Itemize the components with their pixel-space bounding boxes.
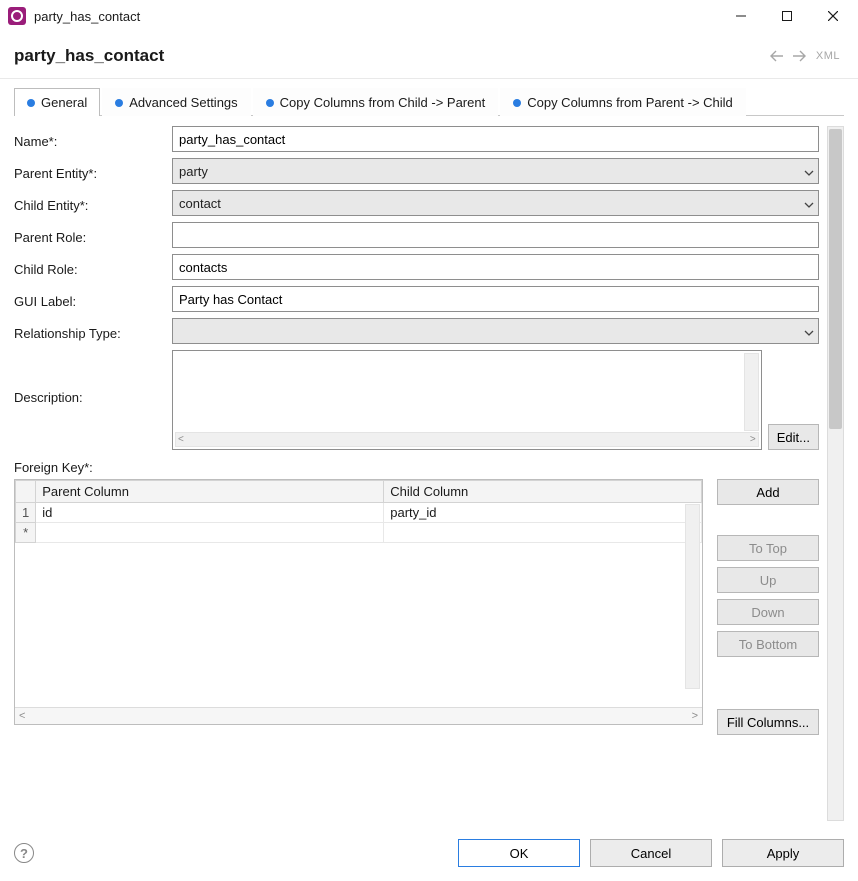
fk-parent-cell[interactable]: id <box>36 503 384 523</box>
parent-role-input[interactable] <box>172 222 819 248</box>
fk-parent-column-header[interactable]: Parent Column <box>36 481 384 503</box>
xml-link[interactable]: XML <box>812 48 844 64</box>
window-maximize-button[interactable] <box>764 1 810 31</box>
foreign-key-table: Parent Column Child Column 1 id party_id <box>14 479 703 725</box>
textarea-vertical-scrollbar[interactable] <box>744 353 759 431</box>
window-close-button[interactable] <box>810 1 856 31</box>
fk-parent-cell[interactable] <box>36 523 384 543</box>
fk-row-index: * <box>16 523 36 543</box>
ok-button[interactable]: OK <box>458 839 580 867</box>
fk-button-group: Add To Top Up Down To Bottom Fill Column… <box>717 479 819 735</box>
label-parent-entity: Parent Entity*: <box>14 162 172 181</box>
window-titlebar: party_has_contact <box>0 0 858 32</box>
gui-label-input[interactable] <box>172 286 819 312</box>
window-title: party_has_contact <box>34 9 140 24</box>
combo-value: contact <box>179 196 804 211</box>
nav-back-icon[interactable] <box>766 48 788 64</box>
down-button[interactable]: Down <box>717 599 819 625</box>
label-child-role: Child Role: <box>14 258 172 277</box>
label-description: Description: <box>14 350 172 405</box>
fill-columns-button[interactable]: Fill Columns... <box>717 709 819 735</box>
textarea-horizontal-scrollbar[interactable]: < > <box>175 432 759 447</box>
fk-child-cell[interactable]: party_id <box>384 503 702 523</box>
fk-child-cell[interactable] <box>384 523 702 543</box>
scroll-right-icon[interactable]: > <box>750 434 756 445</box>
window-minimize-button[interactable] <box>718 1 764 31</box>
to-top-button[interactable]: To Top <box>717 535 819 561</box>
tab-copy-child-parent[interactable]: Copy Columns from Child -> Parent <box>253 88 499 116</box>
page-title: party_has_contact <box>14 46 164 66</box>
fk-table-horizontal-scrollbar[interactable]: < > <box>15 707 702 724</box>
label-foreign-key: Foreign Key*: <box>14 460 819 475</box>
bullet-icon <box>266 99 274 107</box>
nav-forward-icon[interactable] <box>788 48 810 64</box>
add-button[interactable]: Add <box>717 479 819 505</box>
dialog-button-bar: ? OK Cancel Apply <box>0 821 858 881</box>
cancel-button[interactable]: Cancel <box>590 839 712 867</box>
bullet-icon <box>513 99 521 107</box>
chevron-down-icon <box>804 164 814 179</box>
label-relationship-type: Relationship Type: <box>14 322 172 341</box>
scroll-left-icon[interactable]: < <box>178 434 184 445</box>
to-bottom-button[interactable]: To Bottom <box>717 631 819 657</box>
fk-row-index: 1 <box>16 503 36 523</box>
chevron-down-icon <box>804 324 814 339</box>
label-parent-role: Parent Role: <box>14 226 172 245</box>
form-vertical-scrollbar[interactable] <box>827 126 844 821</box>
fk-rowheader-column[interactable] <box>16 481 36 503</box>
label-name: Name*: <box>14 130 172 149</box>
relationship-type-select[interactable] <box>172 318 819 344</box>
scroll-left-icon[interactable]: < <box>19 710 25 722</box>
description-textarea[interactable]: < > <box>172 350 762 450</box>
label-gui-label: GUI Label: <box>14 290 172 309</box>
tab-label: Copy Columns from Child -> Parent <box>280 95 486 110</box>
tab-bar: General Advanced Settings Copy Columns f… <box>0 79 858 115</box>
help-icon[interactable]: ? <box>14 843 34 863</box>
form-body: Name*: Parent Entity*: party Child Entit… <box>14 126 827 821</box>
fk-child-column-header[interactable]: Child Column <box>384 481 702 503</box>
table-row[interactable]: 1 id party_id <box>16 503 702 523</box>
up-button[interactable]: Up <box>717 567 819 593</box>
tab-label: Copy Columns from Parent -> Child <box>527 95 733 110</box>
child-entity-select[interactable]: contact <box>172 190 819 216</box>
fk-table-vertical-scrollbar[interactable] <box>685 504 700 689</box>
bullet-icon <box>27 99 35 107</box>
app-icon <box>8 7 26 25</box>
table-row[interactable]: * <box>16 523 702 543</box>
tab-general[interactable]: General <box>14 88 100 116</box>
parent-entity-select[interactable]: party <box>172 158 819 184</box>
name-input[interactable] <box>172 126 819 152</box>
edit-description-button[interactable]: Edit... <box>768 424 819 450</box>
tab-label: General <box>41 95 87 110</box>
scroll-right-icon[interactable]: > <box>692 710 698 722</box>
combo-value: party <box>179 164 804 179</box>
page-header: party_has_contact XML <box>0 32 858 79</box>
apply-button[interactable]: Apply <box>722 839 844 867</box>
chevron-down-icon <box>804 196 814 211</box>
scrollbar-thumb[interactable] <box>829 129 842 429</box>
tab-copy-parent-child[interactable]: Copy Columns from Parent -> Child <box>500 88 746 116</box>
bullet-icon <box>115 99 123 107</box>
child-role-input[interactable] <box>172 254 819 280</box>
tab-label: Advanced Settings <box>129 95 237 110</box>
label-child-entity: Child Entity*: <box>14 194 172 213</box>
tab-advanced-settings[interactable]: Advanced Settings <box>102 88 250 116</box>
